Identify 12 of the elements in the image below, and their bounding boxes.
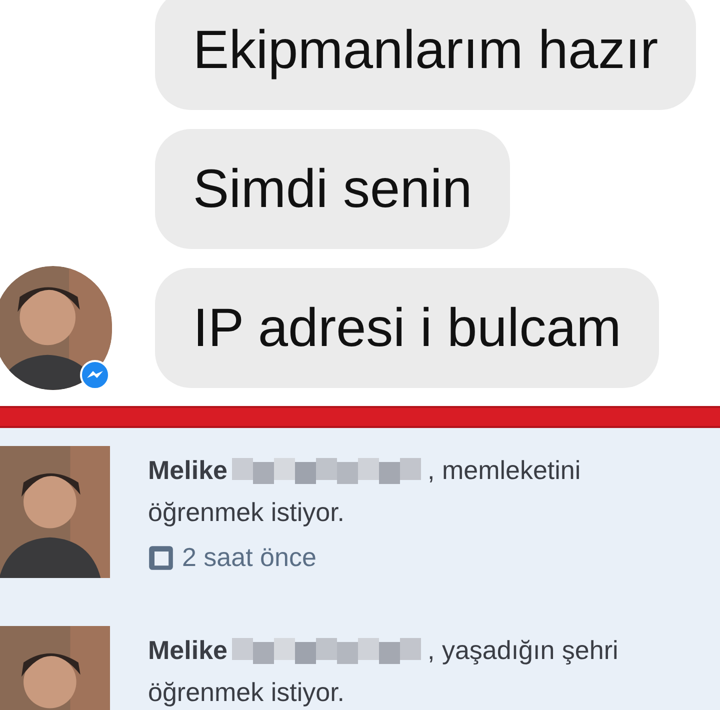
notification-text: öğrenmek istiyor. [148, 496, 346, 528]
sender-name[interactable]: Melike [148, 630, 228, 670]
sender-name[interactable]: Melike [148, 450, 228, 490]
message-bubble: Simdi senin [155, 129, 510, 249]
notification-text: öğrenmek istiyor. [148, 676, 346, 708]
messenger-badge-icon [80, 360, 110, 390]
notification-text: , memleketini [428, 454, 581, 486]
message-icon [148, 544, 174, 570]
timestamp: 2 saat önce [182, 541, 316, 574]
message-bubble: IP adresi i bulcam [155, 268, 660, 388]
message-bubble: Ekipmanlarım hazır [155, 0, 696, 110]
notification-text: , yaşadığın şehri [428, 634, 618, 666]
